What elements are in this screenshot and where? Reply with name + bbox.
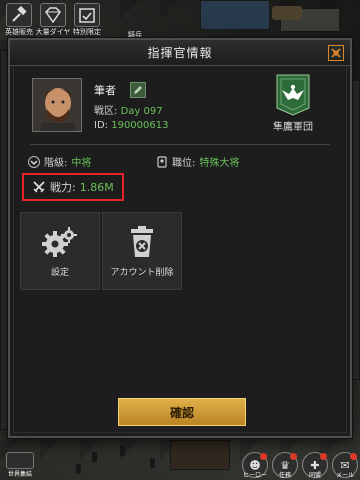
alliance-label: 同盟 bbox=[308, 472, 321, 479]
hero-sale-button[interactable]: 英雄販売 bbox=[4, 3, 34, 37]
war-zone-label: 戦区: bbox=[94, 106, 118, 117]
divider bbox=[30, 144, 330, 145]
close-icon bbox=[331, 48, 341, 58]
close-button[interactable] bbox=[328, 45, 344, 61]
alliance-button[interactable]: ✚ 同盟 bbox=[302, 452, 328, 479]
commander-id-info: ID: 190000613 bbox=[94, 120, 168, 131]
delete-account-label: アカウント削除 bbox=[110, 267, 174, 278]
trash-x-icon bbox=[131, 225, 153, 257]
mission-button[interactable]: ♛ 任務 bbox=[272, 452, 298, 479]
mission-label: 任務 bbox=[278, 472, 291, 479]
badge-id-icon bbox=[157, 155, 167, 168]
edit-name-button[interactable] bbox=[130, 82, 146, 98]
action-tiles: 設定 アカウント削除 bbox=[20, 212, 182, 290]
confirm-button[interactable]: 確認 bbox=[118, 398, 246, 426]
id-value: 190000613 bbox=[111, 120, 169, 131]
hammer-icon bbox=[6, 3, 32, 27]
crossed-swords-icon bbox=[6, 452, 34, 469]
crossed-swords-icon bbox=[33, 181, 45, 193]
combat-power-stat: 戦力: 1.86M bbox=[22, 173, 124, 201]
rank-stat: 階級: 中将 bbox=[28, 154, 91, 169]
diamond-icon bbox=[40, 3, 66, 27]
rank-label: 階級: bbox=[44, 158, 68, 169]
special-limited-label: 特別限定 bbox=[73, 28, 101, 36]
notification-dot bbox=[320, 453, 327, 460]
notification-dot bbox=[290, 453, 297, 460]
world-rally-label: 世界集結 bbox=[7, 471, 32, 478]
settings-label: 設定 bbox=[50, 267, 69, 278]
commander-info-dialog: 指揮官情報 筆者 戦区: Day 097 ID: 190000613 隼鷹軍団 … bbox=[8, 38, 352, 438]
bottom-hud: 世界集結 ☻ ヒーロー ♛ 任務 ✚ 同盟 ✉ メール bbox=[0, 450, 360, 480]
legion-name: 隼鷹軍団 bbox=[273, 122, 313, 133]
eagle-emblem-icon bbox=[276, 74, 310, 116]
position-label: 職位: bbox=[172, 158, 196, 169]
commander-name: 筆者 bbox=[94, 84, 116, 97]
gears-icon bbox=[42, 226, 77, 257]
avatar[interactable] bbox=[32, 78, 82, 132]
pencil-icon bbox=[134, 86, 142, 94]
notification-dot bbox=[350, 453, 357, 460]
combat-power-label: 戦力: bbox=[50, 181, 76, 194]
rank-value: 中将 bbox=[71, 158, 92, 169]
hero-button[interactable]: ☻ ヒーロー bbox=[242, 452, 268, 479]
hero-label: ヒーロー bbox=[243, 472, 268, 479]
diamond-pack-button[interactable]: 大量ダイヤ bbox=[35, 3, 71, 37]
calendar-check-icon bbox=[74, 3, 100, 27]
mail-button[interactable]: ✉ メール bbox=[332, 452, 358, 479]
position-stat: 職位: 特殊大将 bbox=[156, 154, 239, 169]
rank-chevron-icon bbox=[28, 155, 40, 168]
war-zone-value: Day 097 bbox=[120, 106, 163, 117]
commander-profile: 筆者 戦区: Day 097 ID: 190000613 隼鷹軍団 bbox=[32, 74, 328, 138]
special-limited-button[interactable]: 特別限定 bbox=[72, 3, 102, 37]
world-rally-button[interactable]: 世界集結 bbox=[4, 452, 36, 478]
notification-dot bbox=[260, 453, 267, 460]
settings-tile[interactable]: 設定 bbox=[20, 212, 100, 290]
top-hud: 英雄販売 大量ダイヤ 特別限定 bbox=[0, 0, 360, 40]
war-zone-info: 戦区: Day 097 bbox=[94, 102, 163, 117]
legion-badge[interactable]: 隼鷹軍団 bbox=[258, 74, 328, 133]
dialog-title: 指揮官情報 bbox=[147, 46, 213, 60]
diamond-pack-label: 大量ダイヤ bbox=[35, 28, 71, 36]
hero-sale-label: 英雄販売 bbox=[5, 28, 33, 36]
mail-label: メール bbox=[335, 472, 354, 479]
dialog-header: 指揮官情報 bbox=[10, 40, 350, 66]
delete-account-tile[interactable]: アカウント削除 bbox=[102, 212, 182, 290]
position-value: 特殊大将 bbox=[199, 158, 240, 169]
id-label: ID: bbox=[94, 120, 109, 131]
combat-power-value: 1.86M bbox=[79, 180, 114, 194]
